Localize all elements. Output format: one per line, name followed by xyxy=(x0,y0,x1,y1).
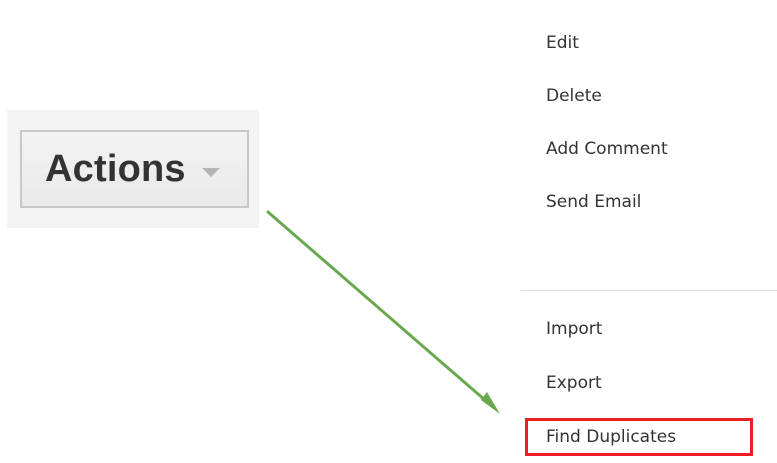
menu-item-delete[interactable]: Delete xyxy=(546,81,602,111)
menu-item-find-duplicates[interactable]: Find Duplicates xyxy=(546,422,676,452)
menu-item-export[interactable]: Export xyxy=(546,368,602,398)
menu-item-edit[interactable]: Edit xyxy=(546,28,579,58)
actions-panel: Actions xyxy=(7,110,259,228)
chevron-down-icon xyxy=(201,167,220,177)
actions-dropdown-menu: Edit Delete Add Comment Send Email Impor… xyxy=(521,0,777,463)
menu-item-import[interactable]: Import xyxy=(546,314,602,344)
actions-button[interactable]: Actions xyxy=(20,130,249,208)
actions-label: Actions xyxy=(45,148,186,190)
menu-divider xyxy=(521,290,777,291)
menu-item-add-comment[interactable]: Add Comment xyxy=(546,134,668,164)
menu-item-send-email[interactable]: Send Email xyxy=(546,187,641,217)
